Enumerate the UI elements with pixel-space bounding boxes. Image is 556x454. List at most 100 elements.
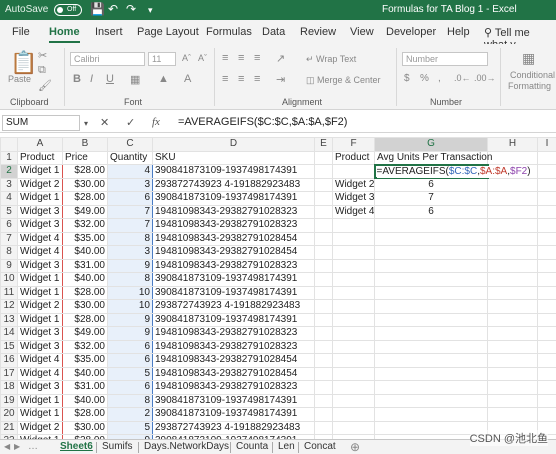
cell-b21[interactable]: $30.00 — [62, 420, 108, 435]
cell-h20[interactable] — [487, 407, 538, 422]
font-color-icon[interactable]: A — [184, 73, 191, 85]
cell-d9[interactable]: 19481098343-29382791028323 — [152, 258, 315, 273]
cell-f21[interactable] — [332, 420, 375, 435]
cell-h17[interactable] — [487, 366, 538, 381]
cell-c13[interactable]: 9 — [107, 312, 153, 327]
cell-e21[interactable] — [314, 420, 333, 435]
cell-d8[interactable]: 19481098343-29382791028454 — [152, 245, 315, 260]
cell-d19[interactable]: 390841873109-1937498174391 — [152, 393, 315, 408]
cell-e14[interactable] — [314, 326, 333, 341]
cell-f20[interactable] — [332, 407, 375, 422]
cell-e1[interactable] — [314, 150, 333, 165]
number-format-box[interactable]: Number — [402, 52, 488, 66]
formatting-label[interactable]: Formatting — [508, 81, 551, 91]
cell-f3[interactable]: Widget 2 — [332, 177, 375, 192]
merge-center-button[interactable]: ◫ Merge & Center — [306, 75, 381, 86]
tab-insert[interactable]: Insert — [95, 26, 123, 38]
cell-b14[interactable]: $49.00 — [62, 326, 108, 341]
enter-icon[interactable]: ✓ — [126, 116, 135, 129]
cell-b4[interactable]: $28.00 — [62, 191, 108, 206]
cell-c4[interactable]: 6 — [107, 191, 153, 206]
cell-g4[interactable]: 7 — [374, 191, 488, 206]
cell-f15[interactable] — [332, 339, 375, 354]
align-bottom-icon[interactable]: ≡ — [254, 52, 260, 64]
row-header[interactable]: 6 — [0, 218, 18, 233]
cell-c12[interactable]: 10 — [107, 299, 153, 314]
fill-color-icon[interactable]: ▲ — [158, 73, 169, 85]
cell-f18[interactable] — [332, 380, 375, 395]
cell-g14[interactable] — [374, 326, 488, 341]
cell-b20[interactable]: $28.00 — [62, 407, 108, 422]
align-top-icon[interactable]: ≡ — [222, 52, 228, 64]
cell-b8[interactable]: $40.00 — [62, 245, 108, 260]
underline-icon[interactable]: U — [106, 73, 114, 85]
column-header-i[interactable]: I — [537, 137, 556, 152]
cell-b18[interactable]: $31.00 — [62, 380, 108, 395]
row-header[interactable]: 18 — [0, 380, 18, 395]
autosave-toggle[interactable]: Off — [54, 4, 82, 16]
cell-e3[interactable] — [314, 177, 333, 192]
cell-c16[interactable]: 6 — [107, 353, 153, 368]
cell-a13[interactable]: Widget 1 — [17, 312, 63, 327]
cell-b11[interactable]: $28.00 — [62, 285, 108, 300]
row-header[interactable]: 15 — [0, 339, 18, 354]
column-header-g[interactable]: G — [374, 137, 488, 152]
cell-h12[interactable] — [487, 299, 538, 314]
row-header[interactable]: 9 — [0, 258, 18, 273]
cell-e12[interactable] — [314, 299, 333, 314]
cell-i8[interactable] — [537, 245, 556, 260]
cell-d6[interactable]: 19481098343-29382791028323 — [152, 218, 315, 233]
cell-d11[interactable]: 390841873109-1937498174391 — [152, 285, 315, 300]
cell-a11[interactable]: Widget 1 — [17, 285, 63, 300]
cell-d16[interactable]: 19481098343-29382791028454 — [152, 353, 315, 368]
cell-b6[interactable]: $32.00 — [62, 218, 108, 233]
cell-g15[interactable] — [374, 339, 488, 354]
sheet-tab-days-networkdays[interactable]: Days.NetworkDays — [144, 441, 229, 452]
cell-e8[interactable] — [314, 245, 333, 260]
cell-g3[interactable]: 6 — [374, 177, 488, 192]
cell-c15[interactable]: 6 — [107, 339, 153, 354]
cell-d20[interactable]: 390841873109-1937498174391 — [152, 407, 315, 422]
cell-i1[interactable] — [537, 150, 556, 165]
tab-page-layout[interactable]: Page Layout — [137, 26, 199, 38]
cell-g5[interactable]: 6 — [374, 204, 488, 219]
cell-c9[interactable]: 9 — [107, 258, 153, 273]
cell-b7[interactable]: $35.00 — [62, 231, 108, 246]
cell-f10[interactable] — [332, 272, 375, 287]
row-header[interactable]: 10 — [0, 272, 18, 287]
cell-h9[interactable] — [487, 258, 538, 273]
cell-i3[interactable] — [537, 177, 556, 192]
cell-c11[interactable]: 10 — [107, 285, 153, 300]
cell-f19[interactable] — [332, 393, 375, 408]
align-right-icon[interactable]: ≡ — [254, 73, 260, 85]
cell-g1[interactable]: Avg Units Per Transaction — [374, 150, 492, 165]
row-header[interactable]: 12 — [0, 299, 18, 314]
cell-h18[interactable] — [487, 380, 538, 395]
scroll-right-icon[interactable]: ▶ — [14, 442, 20, 451]
cell-a4[interactable]: Widget 1 — [17, 191, 63, 206]
cell-g7[interactable] — [374, 231, 488, 246]
cell-f5[interactable]: Widget 4 — [332, 204, 375, 219]
column-header-d[interactable]: D — [152, 137, 315, 152]
cell-c10[interactable]: 8 — [107, 272, 153, 287]
cell-f11[interactable] — [332, 285, 375, 300]
cell-i6[interactable] — [537, 218, 556, 233]
row-header[interactable]: 16 — [0, 353, 18, 368]
customize-qat-icon[interactable]: ▾ — [148, 5, 153, 16]
cell-a17[interactable]: Widget 4 — [17, 366, 63, 381]
cell-b3[interactable]: $30.00 — [62, 177, 108, 192]
align-center-icon[interactable]: ≡ — [238, 73, 244, 85]
grow-font-icon[interactable]: Aˆ — [182, 53, 191, 63]
row-header[interactable]: 14 — [0, 326, 18, 341]
increase-decimal-icon[interactable]: .0← — [454, 73, 471, 83]
cell-e5[interactable] — [314, 204, 333, 219]
cell-e9[interactable] — [314, 258, 333, 273]
sheet-tab-concat[interactable]: Concat — [304, 441, 336, 452]
cell-h8[interactable] — [487, 245, 538, 260]
cell-h13[interactable] — [487, 312, 538, 327]
cell-f1[interactable]: Product — [332, 150, 375, 165]
cell-f2[interactable] — [332, 164, 375, 179]
cell-c2[interactable]: 4 — [107, 164, 153, 179]
cell-d5[interactable]: 19481098343-29382791028323 — [152, 204, 315, 219]
sheet-tab-len[interactable]: Len — [278, 441, 295, 452]
